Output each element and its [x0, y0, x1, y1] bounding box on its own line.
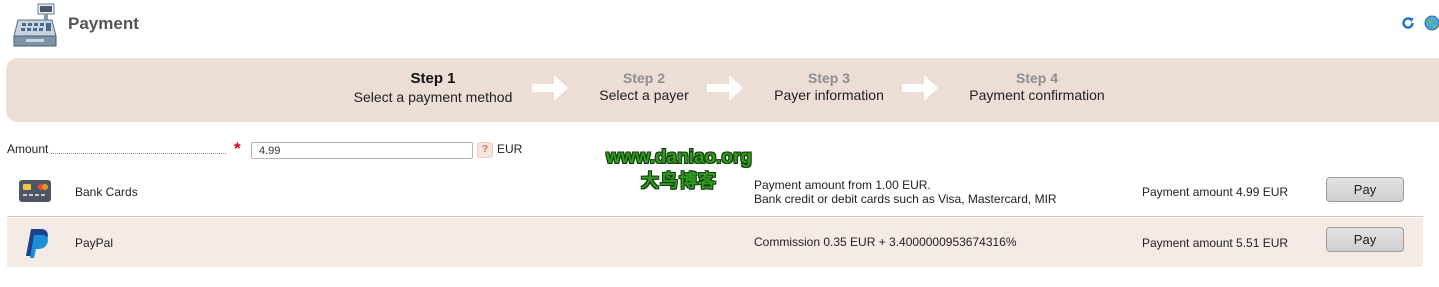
payment-page: Payment Step 1 Select a payment method S…	[0, 0, 1439, 287]
globe-icon[interactable]	[1424, 15, 1439, 31]
step-2: Step 2 Select a payer	[589, 70, 699, 104]
currency-label: EUR	[497, 142, 523, 156]
required-indicator: *	[234, 139, 241, 158]
amount-input[interactable]	[251, 142, 473, 159]
pay-button[interactable]: Pay	[1326, 177, 1404, 202]
amount-label: Amount	[7, 142, 49, 156]
step-1: Step 1 Select a payment method	[347, 70, 519, 106]
label-leader-dots	[51, 153, 226, 154]
cash-register-icon	[13, 3, 57, 47]
help-icon[interactable]: ?	[477, 142, 493, 158]
step-label: Select a payer	[599, 87, 689, 103]
arrow-right-icon	[902, 75, 938, 101]
arrow-right-icon	[707, 75, 743, 101]
step-number: Step 3	[807, 70, 850, 86]
watermark-title: 大鸟博客	[641, 171, 717, 191]
credit-card-icon	[19, 180, 51, 202]
payment-method-row: PayPal Commission 0.35 EUR + 3.400000095…	[7, 218, 1423, 267]
step-number: Step 1	[410, 70, 456, 87]
step-label: Payer information	[774, 87, 884, 103]
payment-method-info: Payment amount from 1.00 EUR. Bank credi…	[754, 178, 1057, 206]
arrow-right-icon	[532, 75, 568, 101]
info-line: Bank credit or debit cards such as Visa,…	[754, 192, 1057, 206]
refresh-icon[interactable]	[1400, 15, 1416, 31]
watermark: www.daniao.org 大鸟博客	[594, 146, 764, 192]
step-4: Step 4 Payment confirmation	[961, 70, 1113, 104]
payment-method-name: Bank Cards	[75, 185, 138, 199]
steps-progress-bar: Step 1 Select a payment method Step 2 Se…	[6, 58, 1439, 122]
info-line: Payment amount from 1.00 EUR.	[754, 178, 931, 192]
payment-amount: Payment amount 5.51 EUR	[1142, 236, 1289, 250]
pay-button[interactable]: Pay	[1326, 227, 1404, 252]
watermark-url: www.daniao.org	[605, 147, 753, 168]
payment-method-name: PayPal	[75, 236, 114, 250]
step-label: Select a payment method	[353, 89, 513, 105]
payment-amount: Payment amount 4.99 EUR	[1142, 185, 1289, 199]
step-label: Payment confirmation	[969, 87, 1105, 103]
page-title: Payment	[68, 14, 139, 33]
step-number: Step 2	[622, 70, 665, 86]
step-number: Step 4	[1015, 70, 1058, 86]
step-3: Step 3 Payer information	[764, 70, 894, 104]
info-line: Commission 0.35 EUR + 3.4000000953674316…	[754, 235, 1017, 249]
paypal-icon	[26, 229, 48, 258]
page-header: Payment	[0, 0, 1439, 50]
payment-method-info: Commission 0.35 EUR + 3.4000000953674316…	[754, 235, 1017, 249]
